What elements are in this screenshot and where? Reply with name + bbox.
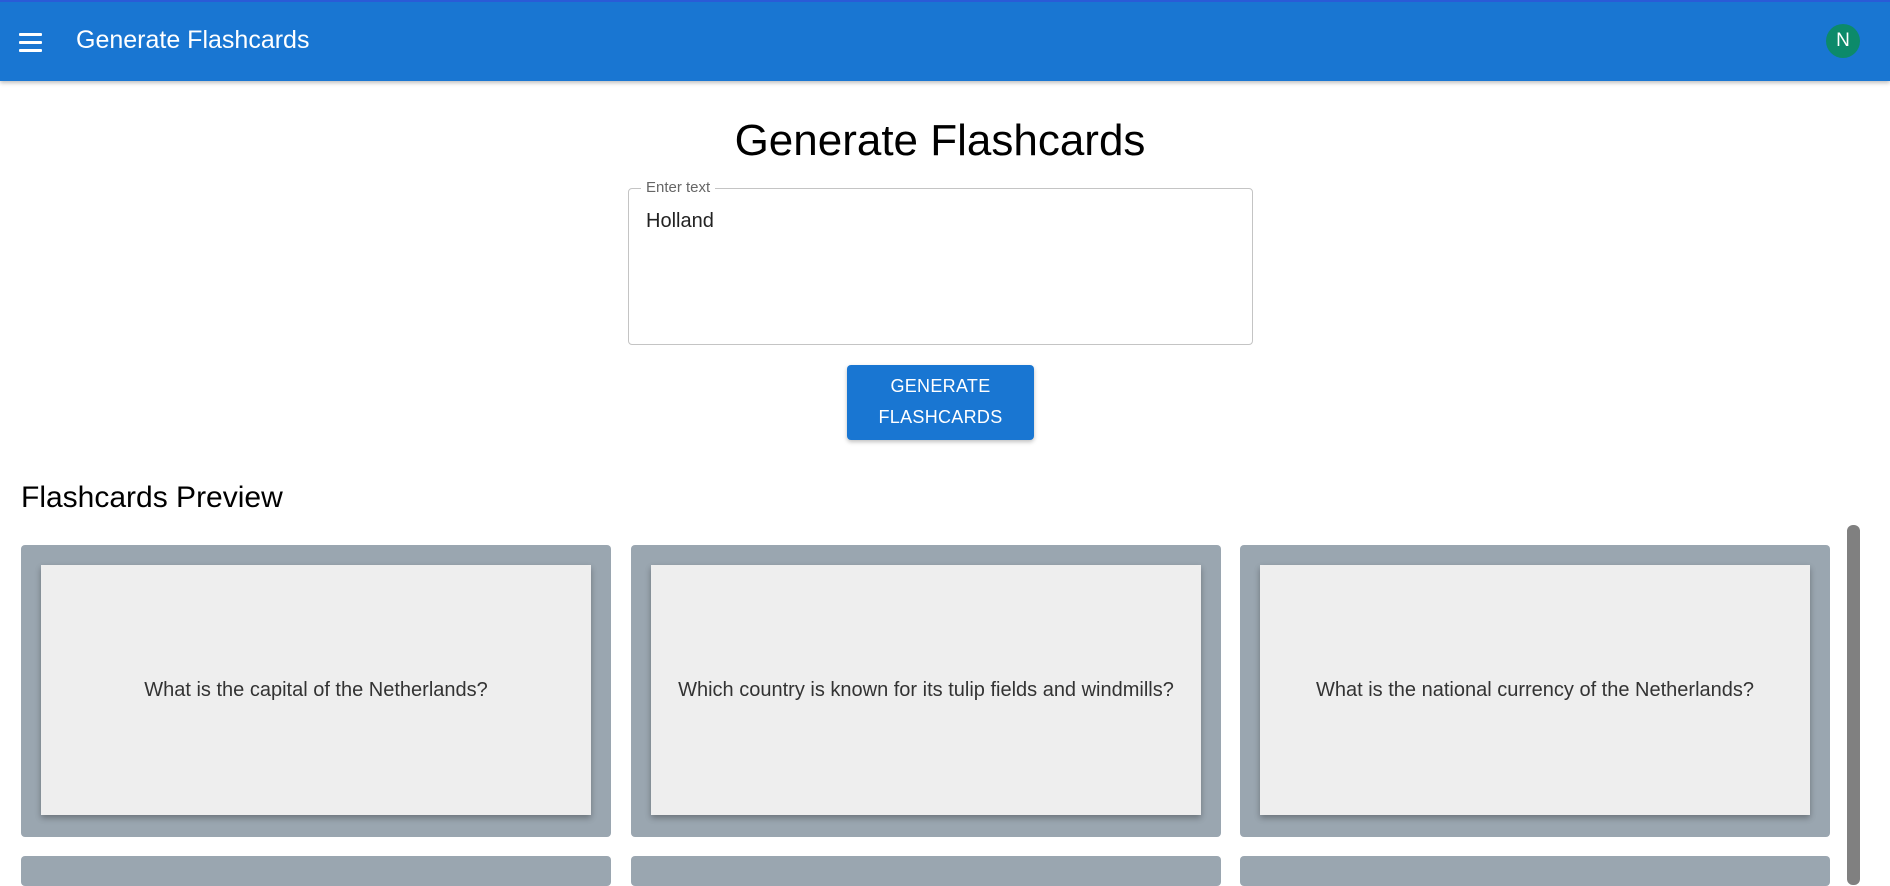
scrollbar[interactable] [1847,525,1860,885]
flashcard-question: What is the capital of the Netherlands? [41,565,591,815]
flashcard[interactable] [21,856,611,886]
generate-button-label-line2: FLASHCARDS [878,407,1003,427]
menu-icon[interactable] [14,28,48,56]
flashcard[interactable] [1240,856,1830,886]
avatar[interactable]: N [1826,24,1860,58]
generate-flashcards-button[interactable]: GENERATE FLASHCARDS [847,365,1034,440]
text-input-value[interactable]: Holland [646,210,714,233]
flashcard-question: Which country is known for its tulip fie… [651,565,1201,815]
text-input-label: Enter text [641,179,716,196]
page-title: Generate Flashcards [734,116,1146,165]
flashcard[interactable]: What is the national currency of the Net… [1240,545,1830,837]
flashcard-question: What is the national currency of the Net… [1260,565,1810,815]
text-input-field[interactable]: Enter text Holland [628,179,1253,345]
app-bar-title: Generate Flashcards [76,26,310,54]
flashcard[interactable]: Which country is known for its tulip fie… [631,545,1221,837]
flashcards-preview-title: Flashcards Preview [21,481,283,514]
flashcard[interactable] [631,856,1221,886]
app-bar: Generate Flashcards N [0,0,1890,81]
generate-button-label-line1: GENERATE [890,376,991,396]
flashcard[interactable]: What is the capital of the Netherlands? [21,545,611,837]
